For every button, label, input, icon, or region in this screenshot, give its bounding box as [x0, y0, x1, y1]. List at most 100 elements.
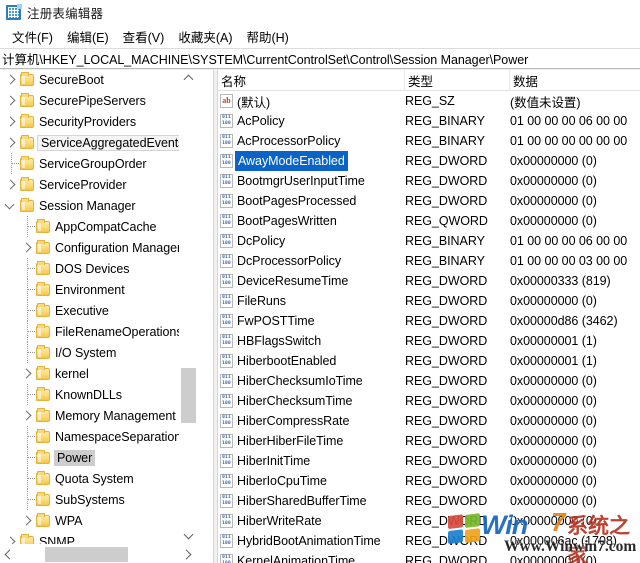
- column-header-data[interactable]: 数据: [510, 70, 640, 91]
- table-row[interactable]: BootPagesWritten REG_QWORD 0x00000000 (0): [218, 211, 640, 231]
- menu-edit[interactable]: 编辑(E): [60, 25, 116, 48]
- tree-node-serviceaggregatedevents[interactable]: ServiceAggregatedEvents: [0, 132, 196, 153]
- chevron-down-icon[interactable]: [4, 195, 20, 216]
- tree-node-label: Configuration Manager: [55, 240, 182, 255]
- value-type: REG_DWORD: [405, 454, 488, 468]
- tree-node-snmp[interactable]: SNMP: [0, 531, 196, 544]
- tree-node-environment[interactable]: Environment: [0, 279, 196, 300]
- tree-node-label: Executive: [55, 303, 109, 318]
- folder-icon: [36, 260, 50, 275]
- table-row[interactable]: FwPOSTTime REG_DWORD 0x00000d86 (3462): [218, 311, 640, 331]
- value-type: REG_DWORD: [405, 514, 488, 528]
- tree-node-securepipeservers[interactable]: SecurePipeServers: [0, 90, 196, 111]
- chevron-right-icon[interactable]: [4, 174, 20, 195]
- folder-icon: [20, 71, 34, 86]
- table-row[interactable]: HybridBootAnimationTime REG_DWORD 0x000006…: [218, 531, 640, 551]
- menu-help[interactable]: 帮助(H): [239, 25, 295, 48]
- tree-node-label: SecureBoot: [39, 72, 104, 87]
- table-row[interactable]: KernelAnimationTime REG_DWORD 0x00000000 (…: [218, 551, 640, 563]
- value-type: REG_DWORD: [405, 194, 488, 208]
- table-row[interactable]: AcPolicy REG_BINARY 01 00 00 00 06 00 00: [218, 111, 640, 131]
- chevron-right-icon[interactable]: [4, 111, 20, 132]
- column-header-name[interactable]: 名称: [218, 70, 405, 91]
- value-type: REG_DWORD: [405, 374, 488, 388]
- tree-node-executive[interactable]: Executive: [0, 300, 196, 321]
- scroll-down-icon[interactable]: [180, 527, 197, 544]
- tree-vscroll-thumb[interactable]: [181, 368, 196, 423]
- address-bar[interactable]: 计算机\HKEY_LOCAL_MACHINE\SYSTEM\CurrentCon…: [0, 48, 640, 69]
- tree-node-memory-management[interactable]: Memory Management: [0, 405, 196, 426]
- table-row[interactable]: DcProcessorPolicy REG_BINARY 01 00 00 00 0…: [218, 251, 640, 271]
- tree-node-label: SubSystems: [55, 492, 125, 507]
- tree-node-label: AppCompatCache: [55, 219, 157, 234]
- tree-node-serviceprovider[interactable]: ServiceProvider: [0, 174, 196, 195]
- value-type: REG_DWORD: [405, 474, 488, 488]
- tree-node-namespaceseparation[interactable]: NamespaceSeparation: [0, 426, 196, 447]
- menu-view[interactable]: 查看(V): [116, 25, 172, 48]
- table-row[interactable]: HiberChecksumIoTime REG_DWORD 0x00000000 (…: [218, 371, 640, 391]
- chevron-right-icon[interactable]: [20, 237, 36, 258]
- chevron-right-icon[interactable]: [20, 405, 36, 426]
- table-row[interactable]: HiberCompressRate REG_DWORD 0x00000000 (0): [218, 411, 640, 431]
- tree-node-kernel[interactable]: kernel: [0, 363, 196, 384]
- binary-value-icon: [220, 394, 233, 408]
- chevron-right-icon[interactable]: [4, 70, 20, 90]
- tree-node-power[interactable]: Power: [0, 447, 196, 468]
- tree-hscroll-thumb[interactable]: [45, 547, 128, 562]
- tree-node-session-manager[interactable]: Session Manager: [0, 195, 196, 216]
- value-data: 01 00 00 00 06 00 00: [510, 234, 628, 248]
- tree-node-filerenameoperations[interactable]: FileRenameOperations: [0, 321, 196, 342]
- tree-node-appcompatcache[interactable]: AppCompatCache: [0, 216, 196, 237]
- tree-node-servicegrouporder[interactable]: ServiceGroupOrder: [0, 153, 196, 174]
- chevron-right-icon[interactable]: [4, 531, 20, 544]
- table-row[interactable]: HiberHiberFileTime REG_DWORD 0x00000000 (0…: [218, 431, 640, 451]
- table-row[interactable]: HiberInitTime REG_DWORD 0x00000000 (0): [218, 451, 640, 471]
- menu-favorites[interactable]: 收藏夹(A): [171, 25, 239, 48]
- table-row[interactable]: HiberbootEnabled REG_DWORD 0x00000001 (1): [218, 351, 640, 371]
- table-row[interactable]: AcProcessorPolicy REG_BINARY 01 00 00 00 0…: [218, 131, 640, 151]
- binary-value-icon: [220, 534, 233, 548]
- tree-node-knowndlls[interactable]: KnownDLLs: [0, 384, 196, 405]
- table-row[interactable]: HiberSharedBufferTime REG_DWORD 0x00000000…: [218, 491, 640, 511]
- tree-vertical-scrollbar[interactable]: [179, 70, 197, 544]
- table-row[interactable]: BootmgrUserInputTime REG_DWORD 0x00000000 …: [218, 171, 640, 191]
- chevron-right-icon[interactable]: [4, 90, 20, 111]
- table-row[interactable]: (默认) REG_SZ (数值未设置): [218, 91, 640, 111]
- menu-file[interactable]: 文件(F): [5, 25, 60, 48]
- tree-node-dos-devices[interactable]: DOS Devices: [0, 258, 196, 279]
- tree-node-quota-system[interactable]: Quota System: [0, 468, 196, 489]
- tree-node-configuration-manager[interactable]: Configuration Manager: [0, 237, 196, 258]
- menu-bar: 文件(F) 编辑(E) 查看(V) 收藏夹(A) 帮助(H): [0, 24, 640, 48]
- value-type: REG_BINARY: [405, 114, 485, 128]
- tree-node-wpa[interactable]: WPA: [0, 510, 196, 531]
- folder-icon: [36, 302, 50, 317]
- scroll-left-icon[interactable]: [0, 545, 17, 563]
- tree-horizontal-scrollbar[interactable]: [0, 544, 213, 563]
- table-row[interactable]: BootPagesProcessed REG_DWORD 0x00000000 (0…: [218, 191, 640, 211]
- tree-node-secureboot[interactable]: SecureBoot: [0, 70, 196, 90]
- chevron-right-icon[interactable]: [20, 363, 36, 384]
- column-header-type[interactable]: 类型: [405, 70, 510, 91]
- tree-node-label: Memory Management: [55, 408, 176, 423]
- table-row[interactable]: DeviceResumeTime REG_DWORD 0x00000333 (819…: [218, 271, 640, 291]
- value-type: REG_BINARY: [405, 134, 485, 148]
- value-type: REG_DWORD: [405, 174, 488, 188]
- chevron-right-icon[interactable]: [4, 132, 20, 153]
- chevron-right-icon[interactable]: [20, 510, 36, 531]
- table-row[interactable]: HiberIoCpuTime REG_DWORD 0x00000000 (0): [218, 471, 640, 491]
- value-type: REG_DWORD: [405, 154, 488, 168]
- scroll-up-icon[interactable]: [180, 70, 197, 87]
- table-row[interactable]: HiberWriteRate REG_DWORD 0x00000000 (0): [218, 511, 640, 531]
- table-row[interactable]: FileRuns REG_DWORD 0x00000000 (0): [218, 291, 640, 311]
- registry-path: 计算机\HKEY_LOCAL_MACHINE\SYSTEM\CurrentCon…: [2, 53, 529, 67]
- tree-node-label: KnownDLLs: [55, 387, 122, 402]
- tree-node-label: Session Manager: [39, 198, 136, 213]
- tree-node-securityproviders[interactable]: SecurityProviders: [0, 111, 196, 132]
- table-row[interactable]: AwayModeEnabled REG_DWORD 0x00000000 (0): [218, 151, 640, 171]
- table-row[interactable]: DcPolicy REG_BINARY 01 00 00 00 06 00 00: [218, 231, 640, 251]
- tree-node-i-o-system[interactable]: I/O System: [0, 342, 196, 363]
- scroll-right-icon[interactable]: [179, 545, 196, 563]
- tree-node-subsystems[interactable]: SubSystems: [0, 489, 196, 510]
- table-row[interactable]: HBFlagsSwitch REG_DWORD 0x00000001 (1): [218, 331, 640, 351]
- table-row[interactable]: HiberChecksumTime REG_DWORD 0x00000000 (0): [218, 391, 640, 411]
